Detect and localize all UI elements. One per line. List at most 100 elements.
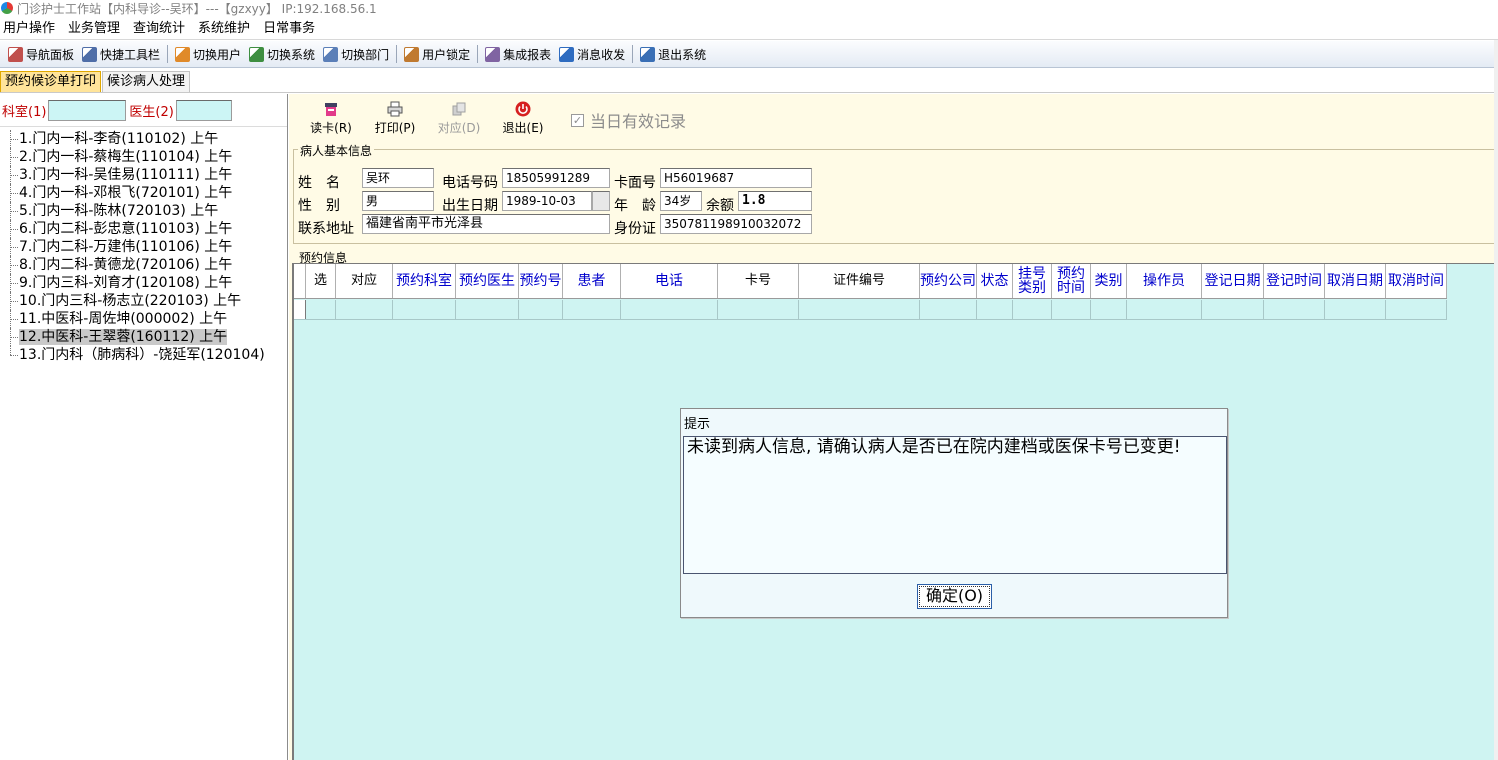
birth-field[interactable]: 1989-10-03	[502, 191, 592, 211]
grid-column-header[interactable]: 取消时间	[1386, 264, 1447, 298]
grid-cell[interactable]	[1386, 300, 1447, 319]
row-indicator[interactable]	[294, 300, 306, 319]
doctor-list-item[interactable]: 8.门内二科-黄德龙(720106) 上午	[0, 256, 286, 274]
grid-column-header[interactable]: 类别	[1091, 264, 1127, 298]
grid-column-header[interactable]: 预约公司	[920, 264, 977, 298]
grid-column-header[interactable]: 预约医生	[456, 264, 519, 298]
toolbar-button-1[interactable]: 快捷工具栏	[78, 43, 164, 66]
grid-column-header[interactable]: 卡号	[718, 264, 799, 298]
toolbar-button-4[interactable]: 切换部门	[319, 43, 393, 66]
window-scrollbar[interactable]	[1494, 40, 1498, 760]
card-field[interactable]: H56019687	[660, 168, 812, 188]
grid-column-header[interactable]: 预约时间	[1052, 264, 1091, 298]
doctor-list-item[interactable]: 2.门内一科-蔡梅生(110104) 上午	[0, 148, 286, 166]
print-button[interactable]: 打印(P)	[363, 101, 427, 136]
doctor-list-item[interactable]: 12.中医科-王翠蓉(160112) 上午	[0, 328, 286, 346]
grid-column-header[interactable]: 电话	[621, 264, 718, 298]
doctor-list-item[interactable]: 9.门内三科-刘育才(120108) 上午	[0, 274, 286, 292]
toolbar-button-5[interactable]: 用户锁定	[400, 43, 474, 66]
grid-cell[interactable]	[1127, 300, 1202, 319]
grid-cell[interactable]	[336, 300, 393, 319]
toolbar-label: 退出系统	[658, 47, 707, 62]
address-field[interactable]: 福建省南平市光泽县	[362, 214, 610, 234]
grid-cell[interactable]	[1202, 300, 1264, 319]
balance-field[interactable]: 1.8	[738, 191, 812, 211]
doctor-list-item[interactable]: 1.门内一科-李奇(110102) 上午	[0, 130, 286, 148]
menu-item-3[interactable]: 系统维护	[195, 18, 258, 40]
read-card-button[interactable]: 读卡(R)	[299, 101, 363, 136]
doctor-list-item[interactable]: 5.门内一科-陈林(720103) 上午	[0, 202, 286, 220]
grid-column-header[interactable]: 登记时间	[1264, 264, 1325, 298]
grid-cell[interactable]	[799, 300, 920, 319]
grid-cell[interactable]	[1052, 300, 1091, 319]
match-label: 对应(D)	[437, 121, 481, 135]
gender-field[interactable]: 男	[362, 191, 434, 211]
grid-cell[interactable]	[718, 300, 799, 319]
match-button[interactable]: 对应(D)	[427, 101, 491, 136]
grid-cell[interactable]	[977, 300, 1013, 319]
grid-cell[interactable]	[519, 300, 563, 319]
grid-cell[interactable]	[456, 300, 519, 319]
doctor-list-item[interactable]: 13.门内科（肺病科）-饶延军(120104)	[0, 346, 286, 364]
birth-picker-button[interactable]	[592, 191, 610, 211]
dept-input[interactable]	[48, 99, 127, 121]
doctor-list-item[interactable]: 6.门内二科-彭忠意(110103) 上午	[0, 220, 286, 238]
dialog-ok-button[interactable]: 确定(O)	[917, 584, 992, 609]
grid-column-header[interactable]: 操作员	[1127, 264, 1202, 298]
today-valid-checkbox[interactable]: ✓ 当日有效记录	[571, 108, 686, 132]
exit-button[interactable]: 退出(E)	[491, 101, 555, 136]
grid-column-header[interactable]: 取消日期	[1325, 264, 1386, 298]
toolbar-button-8[interactable]: 退出系统	[636, 43, 710, 66]
app-logo-icon	[1, 2, 13, 14]
tab-0[interactable]: 预约候诊单打印	[0, 71, 102, 92]
doctor-list-item[interactable]: 4.门内一科-邓根飞(720101) 上午	[0, 184, 286, 202]
grid-new-row[interactable]	[294, 300, 1447, 320]
grid-column-header[interactable]: 预约号	[519, 264, 563, 298]
checkbox-box[interactable]: ✓	[571, 113, 584, 127]
grid-cell[interactable]	[1091, 300, 1127, 319]
toolbar-label: 切换用户	[193, 47, 242, 62]
grid-cell[interactable]	[920, 300, 977, 319]
menu-item-2[interactable]: 查询统计	[130, 18, 193, 40]
grid-column-header[interactable]: 证件编号	[799, 264, 920, 298]
toolbar-button-0[interactable]: 导航面板	[4, 43, 78, 66]
user-lock-icon	[404, 46, 420, 62]
menu-item-4[interactable]: 日常事务	[260, 18, 323, 40]
doctor-list-item-label: 13.门内科（肺病科）-饶延军(120104)	[19, 347, 265, 363]
grid-cell[interactable]	[306, 300, 336, 319]
phone-field[interactable]: 18505991289	[502, 168, 610, 188]
grid-column-header[interactable]: 挂号类别	[1013, 264, 1052, 298]
toolbar-button-6[interactable]: 集成报表	[481, 43, 555, 66]
grid-column-header[interactable]: 患者	[563, 264, 621, 298]
name-field[interactable]: 吴环	[362, 168, 434, 188]
grid-cell[interactable]	[563, 300, 621, 319]
doctor-list-item[interactable]: 10.门内三科-杨志立(220103) 上午	[0, 292, 286, 310]
menu-item-0[interactable]: 用户操作	[0, 18, 63, 40]
doctor-input[interactable]	[175, 99, 232, 121]
age-field[interactable]: 34岁	[660, 191, 702, 211]
action-toolbar: 读卡(R) 打印(P) 对应(D) 退出(E) ✓ 当日有效记录	[289, 94, 1498, 142]
toolbar-separator	[167, 45, 169, 63]
id-field[interactable]: 350781198910032072	[660, 214, 812, 234]
toolbar-button-2[interactable]: 切换用户	[171, 43, 245, 66]
toolbar-separator	[396, 45, 398, 63]
grid-column-header[interactable]: 状态	[977, 264, 1013, 298]
grid-cell[interactable]	[393, 300, 456, 319]
grid-column-header[interactable]: 对应	[336, 264, 393, 298]
menu-item-1[interactable]: 业务管理	[65, 18, 128, 40]
grid-column-header[interactable]: 预约科室	[393, 264, 456, 298]
grid-cell[interactable]	[1013, 300, 1052, 319]
toolbar-button-3[interactable]: 切换系统	[245, 43, 319, 66]
read-card-icon	[325, 103, 337, 116]
toolbar-label: 用户锁定	[422, 47, 471, 62]
grid-cell[interactable]	[1325, 300, 1386, 319]
toolbar-button-7[interactable]: 消息收发	[555, 43, 629, 66]
grid-cell[interactable]	[621, 300, 718, 319]
grid-cell[interactable]	[1264, 300, 1325, 319]
grid-column-header[interactable]: 登记日期	[1202, 264, 1264, 298]
tab-1[interactable]: 候诊病人处理	[102, 71, 191, 92]
doctor-list-item[interactable]: 7.门内二科-万建伟(110106) 上午	[0, 238, 286, 256]
doctor-list-item[interactable]: 11.中医科-周佐坤(000002) 上午	[0, 310, 286, 328]
grid-column-header[interactable]: 选	[306, 264, 336, 298]
doctor-list-item[interactable]: 3.门内一科-吴佳易(110111) 上午	[0, 166, 286, 184]
